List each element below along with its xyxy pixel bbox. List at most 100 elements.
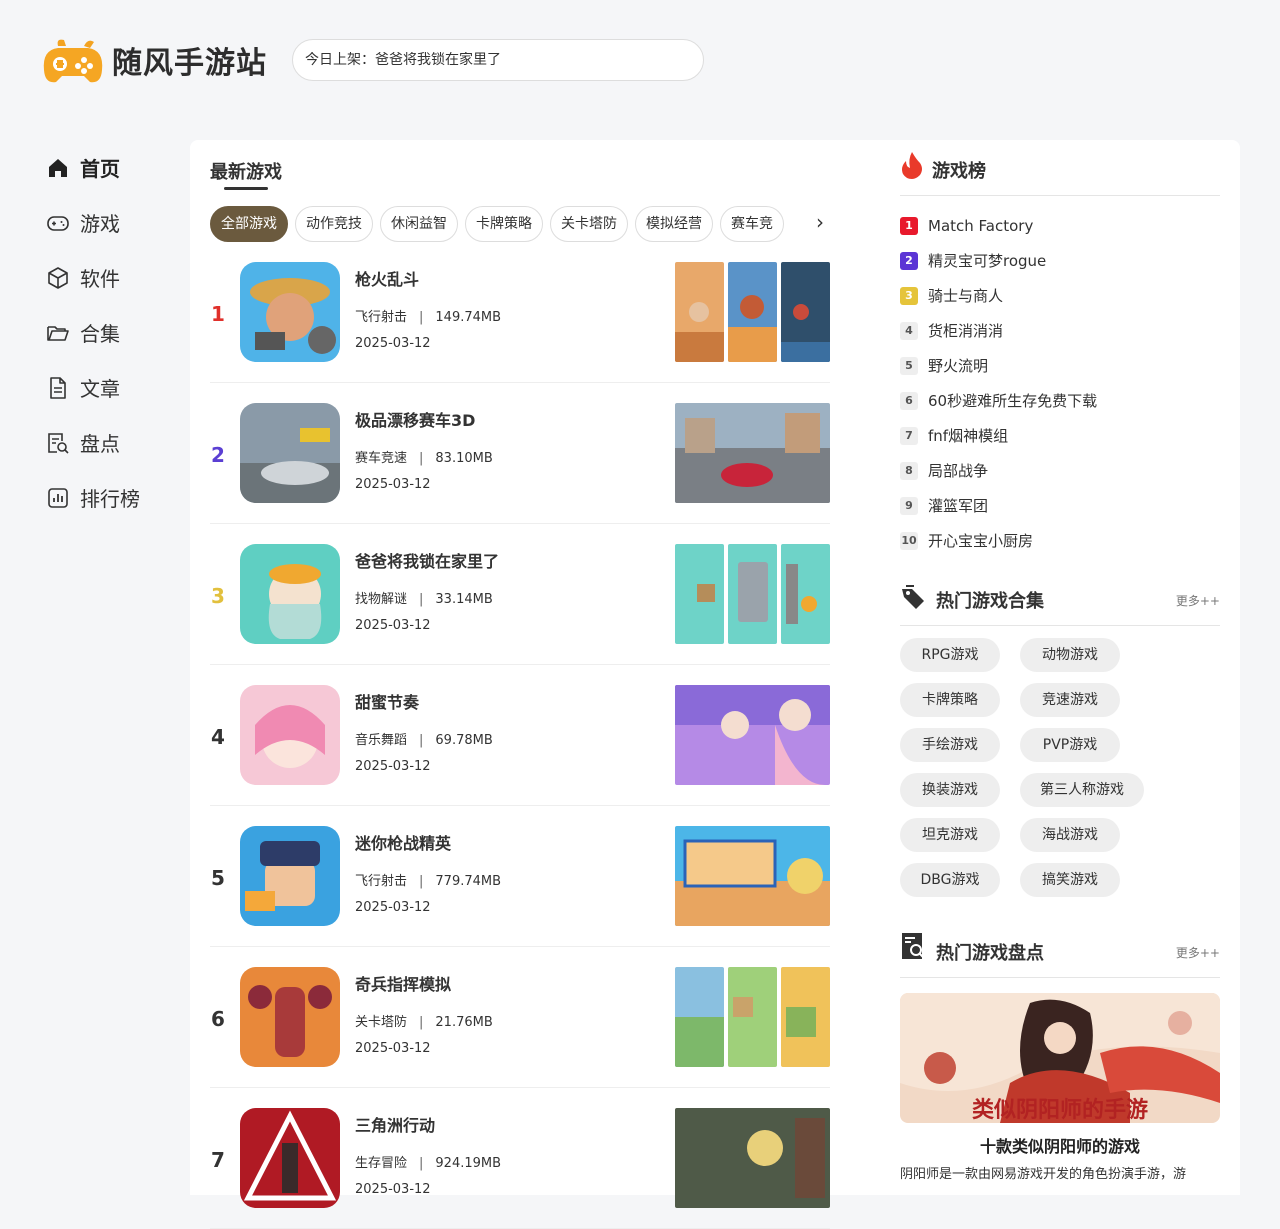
- game-name[interactable]: 甜蜜节奏: [355, 689, 419, 713]
- nav-item-home[interactable]: 首页: [40, 140, 170, 195]
- game-row[interactable]: 7 三角洲行动 生存冒险 | 924.19MB 2025-03-12: [210, 1088, 830, 1229]
- tab-action[interactable]: 动作竞技: [295, 206, 373, 242]
- game-meta: 音乐舞蹈 | 69.78MB: [355, 729, 493, 748]
- tab-racing[interactable]: 赛车竞: [720, 206, 784, 242]
- screenshots: [675, 685, 830, 785]
- document-icon: [46, 376, 70, 400]
- collection-tag[interactable]: 海战游戏: [1020, 818, 1120, 852]
- chevron-right-icon[interactable]: ›: [816, 210, 824, 234]
- game-row[interactable]: 3 爸爸将我锁在家里了 找物解谜 | 33.14MB 2025-03-12: [210, 524, 830, 665]
- search-doc-icon: [46, 431, 70, 455]
- ranking-item[interactable]: 3 骑士与商人: [900, 278, 1220, 313]
- site-logo[interactable]: 随风手游站: [38, 32, 268, 88]
- separator: |: [419, 1156, 424, 1171]
- ranking-item[interactable]: 9 灌篮军团: [900, 488, 1220, 523]
- game-name[interactable]: 爸爸将我锁在家里了: [355, 548, 499, 572]
- game-icon[interactable]: [240, 1108, 340, 1208]
- game-row[interactable]: 2 极品漂移赛车3D 赛车竞速 | 83.10MB 2025-03-12: [210, 383, 830, 524]
- rank-badge: 2: [900, 251, 918, 270]
- tab-sim[interactable]: 模拟经营: [635, 206, 713, 242]
- game-row[interactable]: 1 枪火乱斗 飞行射击 | 149.74MB 2025-03-12: [210, 242, 830, 383]
- game-category: 音乐舞蹈: [355, 733, 408, 748]
- ranking-item[interactable]: 4 货柜消消消: [900, 313, 1220, 348]
- game-category: 飞行射击: [355, 874, 408, 889]
- game-size: 779.74MB: [435, 874, 502, 889]
- tab-card[interactable]: 卡牌策略: [465, 206, 543, 242]
- rank-number: 3: [211, 584, 225, 608]
- game-meta: 飞行射击 | 149.74MB: [355, 306, 501, 325]
- collection-tag[interactable]: 卡牌策略: [900, 683, 1000, 717]
- cube-icon: [46, 266, 70, 290]
- game-icon[interactable]: [240, 262, 340, 362]
- screenshot: [675, 1108, 830, 1208]
- collection-tag[interactable]: 动物游戏: [1020, 638, 1120, 672]
- rank-badge: 8: [900, 461, 918, 480]
- screenshot: [781, 967, 830, 1067]
- ranking-item[interactable]: 8 局部战争: [900, 453, 1220, 488]
- rank-badge: 5: [900, 356, 918, 375]
- game-name[interactable]: 奇兵指挥模拟: [355, 971, 451, 995]
- game-size: 83.10MB: [435, 451, 493, 466]
- collection-tag[interactable]: PVP游戏: [1020, 728, 1120, 762]
- roundup-feature-title[interactable]: 十款类似阴阳师的游戏: [900, 1133, 1220, 1157]
- game-name[interactable]: 极品漂移赛车3D: [355, 407, 475, 431]
- collection-tag[interactable]: 手绘游戏: [900, 728, 1000, 762]
- nav-item-articles[interactable]: 文章: [40, 360, 170, 415]
- collection-tag[interactable]: 换装游戏: [900, 773, 1000, 807]
- rank-number: 6: [211, 1007, 225, 1031]
- collection-tag[interactable]: RPG游戏: [900, 638, 1000, 672]
- collection-tag[interactable]: 竞速游戏: [1020, 683, 1120, 717]
- game-row[interactable]: 5 迷你枪战精英 飞行射击 | 779.74MB 2025-03-12: [210, 806, 830, 947]
- ranking-item[interactable]: 1 Match Factory: [900, 208, 1220, 243]
- search-box[interactable]: [292, 39, 704, 81]
- game-row[interactable]: 6 奇兵指挥模拟 关卡塔防 | 21.76MB 2025-03-12: [210, 947, 830, 1088]
- side-nav: 首页 游戏 软件 合集 文章 盘点 排行榜: [40, 140, 170, 525]
- collection-tag[interactable]: 搞笑游戏: [1020, 863, 1120, 897]
- search-input[interactable]: [305, 52, 691, 68]
- collection-tags: RPG游戏 动物游戏 卡牌策略 竞速游戏 手绘游戏 PVP游戏 换装游戏 第三人…: [900, 626, 1220, 908]
- nav-item-games[interactable]: 游戏: [40, 195, 170, 250]
- separator: |: [419, 1015, 424, 1030]
- tab-casual[interactable]: 休闲益智: [380, 206, 458, 242]
- collections-more-link[interactable]: 更多++: [1176, 592, 1220, 609]
- game-size: 69.78MB: [435, 733, 493, 748]
- screenshot: [675, 262, 724, 362]
- ranking-game-name: fnf烟神模组: [928, 427, 1009, 445]
- game-icon[interactable]: [240, 403, 340, 503]
- nav-item-roundups[interactable]: 盘点: [40, 415, 170, 470]
- screenshots: [675, 403, 830, 503]
- game-name[interactable]: 三角洲行动: [355, 1112, 435, 1136]
- game-date: 2025-03-12: [355, 759, 431, 774]
- game-icon[interactable]: [240, 967, 340, 1067]
- tab-all[interactable]: 全部游戏: [210, 206, 288, 242]
- game-icon[interactable]: [240, 826, 340, 926]
- collection-tag[interactable]: DBG游戏: [900, 863, 1000, 897]
- game-size: 149.74MB: [435, 310, 502, 325]
- game-date: 2025-03-12: [355, 900, 431, 915]
- tab-tower[interactable]: 关卡塔防: [550, 206, 628, 242]
- collection-tag[interactable]: 坦克游戏: [900, 818, 1000, 852]
- nav-label: 盘点: [80, 432, 120, 456]
- ranking-item[interactable]: 10 开心宝宝小厨房: [900, 523, 1220, 558]
- collection-tag[interactable]: 第三人称游戏: [1020, 773, 1144, 807]
- game-category: 赛车竞速: [355, 451, 408, 466]
- nav-item-rankings[interactable]: 排行榜: [40, 470, 170, 525]
- ranking-game-name: 灌篮军团: [928, 497, 989, 515]
- separator: |: [419, 733, 424, 748]
- nav-item-software[interactable]: 软件: [40, 250, 170, 305]
- game-name[interactable]: 枪火乱斗: [355, 266, 419, 290]
- ranking-item[interactable]: 7 fnf烟神模组: [900, 418, 1220, 453]
- game-row[interactable]: 4 甜蜜节奏 音乐舞蹈 | 69.78MB 2025-03-12: [210, 665, 830, 806]
- rank-number: 7: [211, 1148, 225, 1172]
- game-icon[interactable]: [240, 685, 340, 785]
- game-date: 2025-03-12: [355, 477, 431, 492]
- roundup-more-link[interactable]: 更多++: [1176, 944, 1220, 961]
- game-name[interactable]: 迷你枪战精英: [355, 830, 451, 854]
- game-icon[interactable]: [240, 544, 340, 644]
- ranking-item[interactable]: 6 60秒避难所生存免费下载: [900, 383, 1220, 418]
- roundup-banner[interactable]: 类似阴阳师的手游: [900, 993, 1220, 1123]
- ranking-item[interactable]: 5 野火流明: [900, 348, 1220, 383]
- roundup-feature-desc: 阴阳师是一款由网易游戏开发的角色扮演手游，游: [900, 1167, 1187, 1182]
- nav-item-collections[interactable]: 合集: [40, 305, 170, 360]
- ranking-item[interactable]: 2 精灵宝可梦rogue: [900, 243, 1220, 278]
